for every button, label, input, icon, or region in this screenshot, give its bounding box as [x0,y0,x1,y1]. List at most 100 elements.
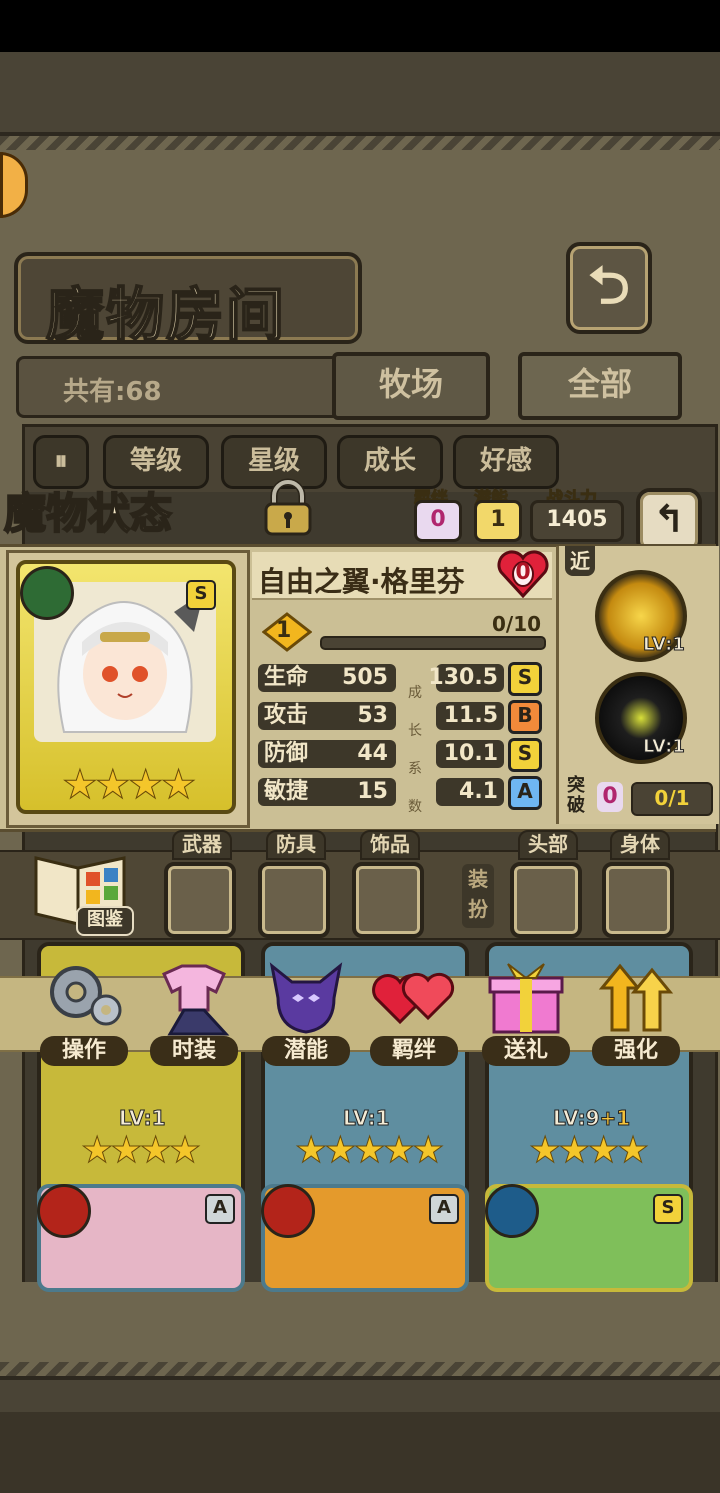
rank-badge: S [653,1194,683,1224]
outfit-button[interactable]: 时装 [150,958,238,1066]
armor-slot[interactable] [258,862,330,938]
slot-label-head: 头部 [518,830,578,860]
card-level: LV:1 [342,1106,390,1131]
monster-card[interactable]: A [37,1184,245,1292]
sort-growth-button[interactable]: 成长 [337,435,443,489]
growth-caption: 成 长 系 数 [406,674,424,826]
card-stars: ★★★★ [80,1130,201,1172]
water-element-icon [485,1184,539,1238]
dress-up-char: 装 [468,867,488,891]
accessory-slot[interactable] [352,862,424,938]
stat-label: 防御 [264,741,309,766]
upgrade-arrows-icon [598,963,674,1032]
dress-up-tag: 装 扮 [462,864,494,928]
slot-label-weapon: 武器 [172,830,232,860]
portrait-stars: ★★★★ [61,762,196,809]
breakthrough-value: 0 [597,782,623,812]
potential-button[interactable]: 潜能 [262,958,350,1066]
level-badge: 1 [276,618,292,643]
stat-row: 生命 505 [258,664,396,692]
slot-label-body: 身体 [610,830,670,860]
tab-ranch[interactable]: 牧场 [332,352,490,420]
return-arrow-icon: ⮌ [588,256,630,316]
skill-panel: 近 LV:1 LV:1 突破 0 0/1 [556,546,719,824]
monster-name: 自由之翼·格里芬 [258,565,465,598]
nature-element-icon [20,566,74,620]
collection-count-bar: 共有:68 [16,356,342,418]
collection-count: 共有:68 [63,377,162,407]
growth-caption-char: 系 [408,761,422,777]
growth-value: 4.1 [459,779,498,804]
lock-icon[interactable] [256,478,320,538]
gear-icon [50,966,122,1026]
outfit-icon [162,964,230,1036]
page-title: 魔物房间 [45,280,287,350]
breakthrough-label: 突破 [567,775,585,816]
bond-hearts-icon [372,972,455,1025]
rank-badge: S [186,580,216,610]
stat-value: 15 [357,779,388,804]
action-label: 时装 [150,1036,238,1066]
pause-icon: ⏸ [54,446,68,476]
gift-button[interactable]: 送礼 [482,958,570,1066]
sort-affection-button[interactable]: 好感 [453,435,559,489]
upgrade-button[interactable]: 强化 [592,958,680,1066]
skill-1-level: LV:1 [643,634,686,656]
fire-element-icon [261,1184,315,1238]
stat-value: 53 [357,703,388,728]
growth-caption-char: 成 [408,685,422,701]
stat-label: 生命 [264,665,309,690]
growth-row: 10.1 [436,740,504,768]
weapon-slot[interactable] [164,862,236,938]
stat-label: 攻击 [264,703,309,728]
game-screen: 魔物房间 ⮌ 共有:68 牧场 全部 ⏸ 等级 星级 成长 好感 LV:1 ★★… [0,52,720,1493]
power-value: 1405 [530,500,624,542]
rank-badge: A [205,1194,235,1224]
potential-value: 1 [474,500,522,542]
growth-row: 11.5 [436,702,504,730]
status-banner: 魔物状态 [3,488,173,539]
monster-card[interactable]: A [261,1184,469,1292]
stat-row: 攻击 53 [258,702,396,730]
range-tag: 近 [565,546,595,576]
body-slot[interactable] [602,862,674,938]
handbook-label: 图鉴 [76,906,134,936]
monster-card[interactable]: S [485,1184,693,1292]
exp-text: 0/10 [492,612,542,636]
growth-value: 10.1 [443,741,498,766]
growth-caption-char: 数 [408,799,422,815]
breakthrough-progress: 0/1 [631,782,713,816]
back-button[interactable]: ⮌ [566,242,652,334]
growth-grade: B [508,700,542,734]
card-stars: ★★★★★ [294,1130,444,1172]
stat-value: 505 [342,665,388,690]
growth-value: 130.5 [428,665,498,690]
action-label: 送礼 [482,1036,570,1066]
affection-value: 0 [515,560,531,585]
stat-row: 敏捷 15 [258,778,396,806]
stat-label: 敏捷 [264,779,309,804]
growth-grade: S [508,738,542,772]
head-slot[interactable] [510,862,582,938]
action-label: 羁绊 [370,1036,458,1066]
action-label: 强化 [592,1036,680,1066]
growth-grade: A [508,776,542,810]
action-label: 潜能 [262,1036,350,1066]
operate-button[interactable]: 操作 [40,958,128,1066]
tab-all[interactable]: 全部 [518,352,682,420]
zigzag-border-top [0,136,720,150]
fire-element-icon [37,1184,91,1238]
bond-value: 0 [414,500,462,542]
bond-button[interactable]: 羁绊 [370,958,458,1066]
exp-bar [320,636,546,650]
slot-label-armor: 防具 [266,830,326,860]
gift-icon [488,963,564,1034]
return-arrow-icon: ↰ [653,497,685,541]
growth-row: 130.5 [428,664,504,692]
rank-badge: A [429,1194,459,1224]
growth-caption-char: 长 [408,723,422,739]
dress-up-char: 扮 [468,897,488,921]
growth-grade: S [508,662,542,696]
action-label: 操作 [40,1036,128,1066]
skill-2-level: LV:1 [643,736,686,758]
